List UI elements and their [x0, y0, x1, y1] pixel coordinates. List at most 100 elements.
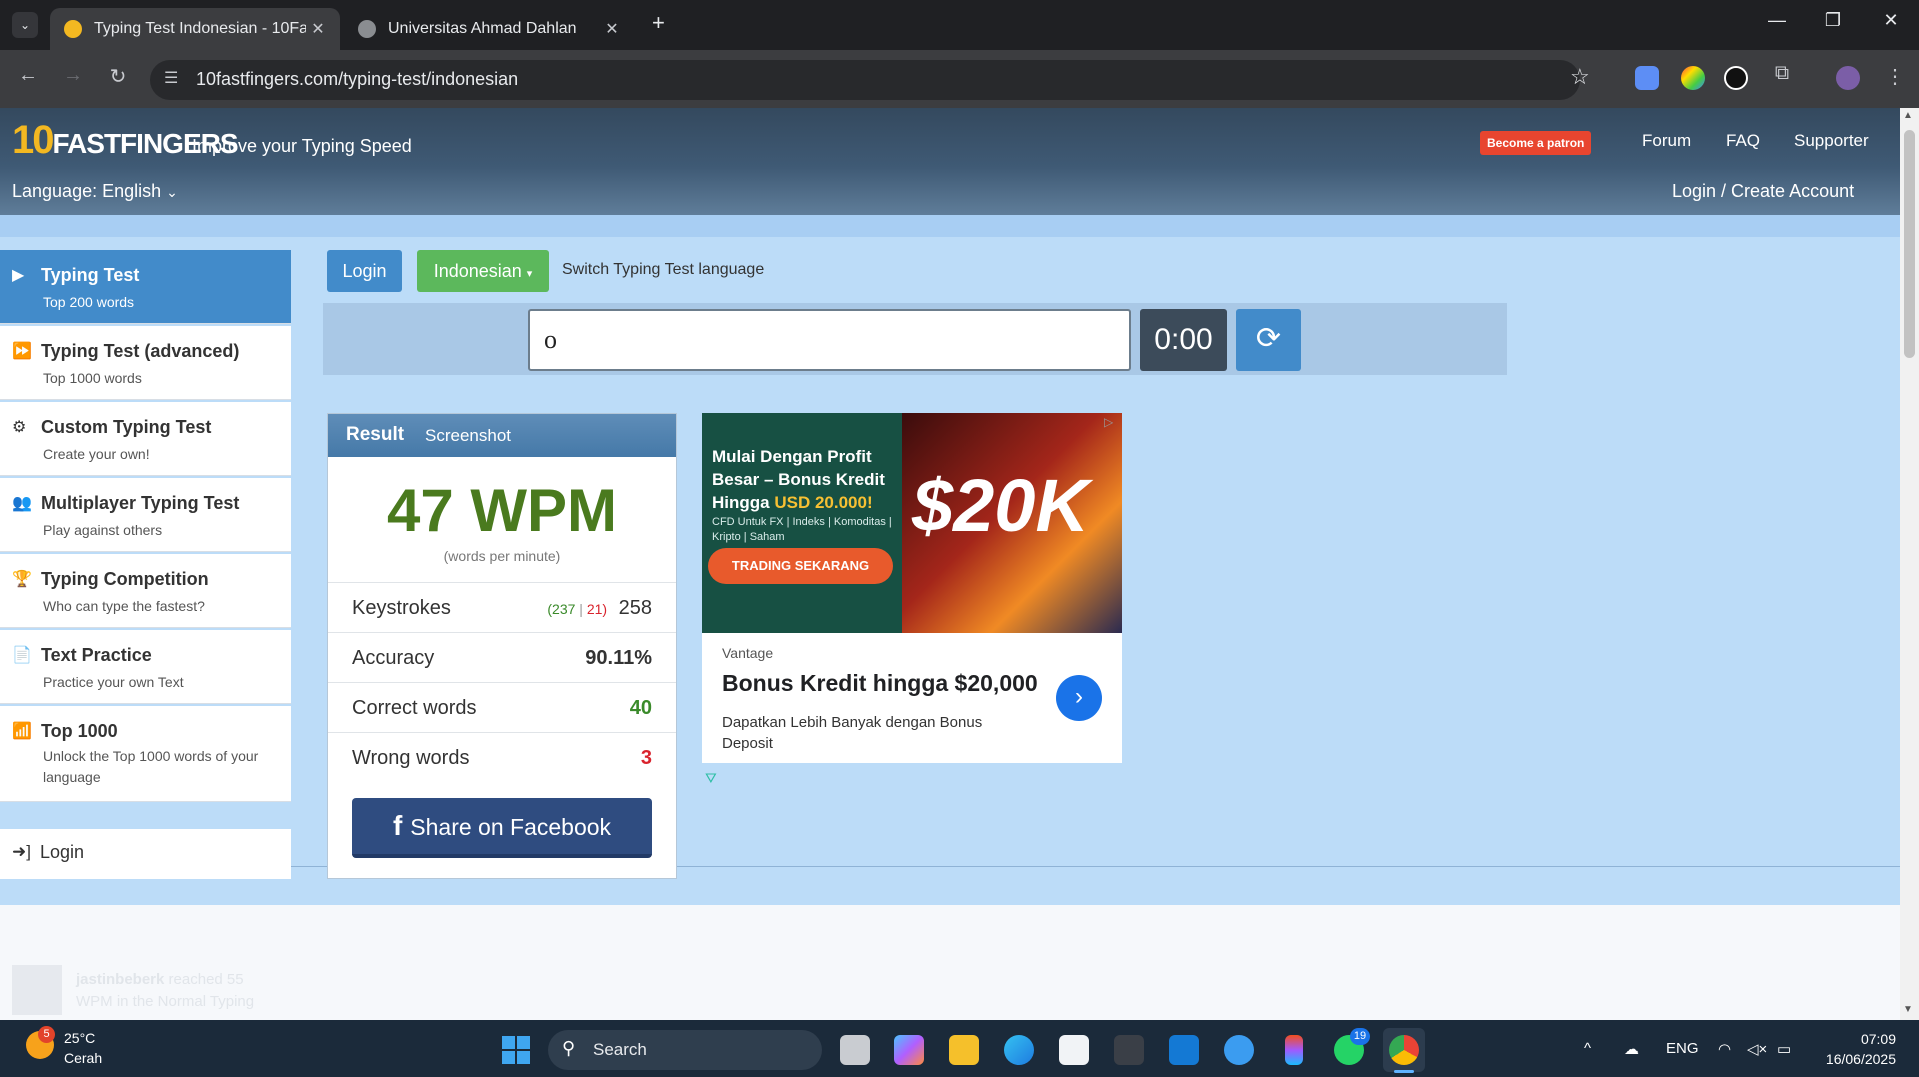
chevron-down-icon: ⌄: [166, 184, 178, 200]
patron-button[interactable]: Become a patron: [1480, 131, 1592, 155]
figma-icon[interactable]: [1285, 1035, 1303, 1065]
ad-headline: Mulai Dengan Profit Besar – Bonus Kredit…: [712, 445, 912, 514]
switch-language-text: Switch Typing Test language: [562, 261, 765, 278]
accuracy-value: 90.11%: [585, 647, 652, 669]
outlook-icon[interactable]: [1169, 1035, 1199, 1065]
tab-universitas[interactable]: Universitas Ahmad Dahlan ✕: [344, 8, 634, 50]
sidebar-item-title: Text Practice: [41, 645, 152, 665]
users-icon: 👥: [12, 495, 32, 512]
tab-typing-test[interactable]: Typing Test Indonesian - 10Fast ✕: [50, 8, 340, 50]
input-language[interactable]: ENG: [1666, 1040, 1699, 1057]
sidebar-item-subtitle: Create your own!: [43, 446, 150, 462]
timer: 0:00: [1140, 309, 1227, 371]
keystrokes-wrong: 21: [586, 601, 603, 617]
sidebar-item-typing-test-advanced[interactable]: ⏩ Typing Test (advanced) Top 1000 words: [0, 326, 291, 400]
extension-docs-icon[interactable]: [1635, 66, 1659, 90]
share-facebook-button[interactable]: f Share on Facebook: [352, 798, 652, 858]
tab-search-icon[interactable]: ⌄: [12, 12, 38, 38]
scroll-up-icon[interactable]: ▲: [1903, 110, 1913, 121]
close-window-icon[interactable]: ✕: [1876, 10, 1906, 31]
scroll-down-icon[interactable]: ▼: [1903, 1004, 1913, 1015]
copilot-icon[interactable]: [894, 1035, 924, 1065]
facebook-label: Share on Facebook: [410, 814, 612, 840]
reload-icon[interactable]: ↻: [103, 64, 133, 89]
onedrive-tray-icon[interactable]: ☁: [1624, 1040, 1639, 1058]
ad-title[interactable]: Bonus Kredit hingga $20,000: [722, 670, 1038, 697]
chrome-icon[interactable]: [1389, 1035, 1419, 1065]
weather-temp: 25°C: [64, 1030, 96, 1046]
ad-banner[interactable]: $20K Mulai Dengan Profit Besar – Bonus K…: [702, 413, 1122, 633]
edge-icon[interactable]: [1004, 1035, 1034, 1065]
sidebar-item-title: Multiplayer Typing Test: [41, 493, 240, 513]
sidebar-item-text-practice[interactable]: 📄 Text Practice Practice your own Text: [0, 630, 291, 704]
wifi-icon[interactable]: ◠: [1718, 1040, 1731, 1058]
keystrokes-total: 258: [618, 597, 652, 619]
volume-muted-icon[interactable]: ◁×: [1747, 1040, 1767, 1058]
play-icon: ▶: [12, 267, 25, 284]
restore-icon[interactable]: ❐: [1818, 10, 1848, 31]
screenshot-link[interactable]: Screenshot: [425, 426, 511, 446]
sidebar-item-multiplayer-typing-test[interactable]: 👥 Multiplayer Typing Test Play against oth…: [0, 478, 291, 552]
menu-kebab-icon[interactable]: ⋮: [1880, 64, 1910, 89]
task-view-icon[interactable]: [840, 1035, 870, 1065]
forward-icon[interactable]: →: [58, 64, 88, 87]
typing-input[interactable]: o: [528, 309, 1131, 371]
sidebar-item-subtitle: Practice your own Text: [43, 674, 184, 690]
url-text[interactable]: 10fastfingers.com/typing-test/indonesian: [196, 69, 518, 90]
sidebar-item-typing-competition[interactable]: 🏆 Typing Competition Who can type the fast…: [0, 554, 291, 628]
logo-number: 10: [12, 118, 54, 162]
sidebar-login[interactable]: ➜] Login: [0, 829, 291, 879]
taskbar-search-label: Search: [593, 1040, 647, 1059]
app-hexagon-icon[interactable]: [1114, 1035, 1144, 1065]
clock-date[interactable]: 16/06/2025: [1808, 1051, 1896, 1067]
sidebar-login-label: Login: [40, 842, 85, 862]
language-dropdown-button[interactable]: Indonesian ▾: [417, 250, 549, 292]
trophy-icon: 🏆: [12, 571, 32, 588]
bookmark-star-icon[interactable]: ☆: [1570, 64, 1590, 90]
language-button-label: Indonesian: [433, 261, 522, 281]
advertisement[interactable]: $20K Mulai Dengan Profit Besar – Bonus K…: [702, 413, 1122, 763]
clock-time[interactable]: 07:09: [1824, 1031, 1896, 1047]
keystrokes-correct: 237: [552, 601, 576, 617]
nav-supporter[interactable]: Supporter: [1794, 131, 1869, 151]
extension-p-icon[interactable]: [1724, 66, 1748, 90]
sidebar-item-typing-test[interactable]: ▶ Typing Test Top 200 words: [0, 250, 291, 324]
language-selector[interactable]: Language: English ⌄: [12, 181, 178, 202]
new-tab-icon[interactable]: +: [652, 10, 665, 36]
sidebar-item-top-1000[interactable]: 📶 Top 1000 Unlock the Top 1000 words of yo…: [0, 706, 291, 802]
tray-chevron-icon[interactable]: ^: [1584, 1040, 1591, 1057]
result-header: Result Screenshot: [328, 414, 676, 457]
profile-avatar[interactable]: [1836, 66, 1860, 90]
wrong-words-label: Wrong words: [352, 747, 470, 769]
result-title: Result: [346, 424, 405, 445]
ad-arrow-button[interactable]: ›: [1056, 675, 1102, 721]
minimize-icon[interactable]: —: [1762, 10, 1792, 31]
store-icon[interactable]: [1059, 1035, 1089, 1065]
restart-button[interactable]: ⟳: [1236, 309, 1301, 371]
login-button[interactable]: Login: [327, 250, 402, 292]
site-info-icon[interactable]: ☰: [164, 68, 178, 88]
wrong-words-value: 3: [640, 747, 652, 769]
accuracy-label: Accuracy: [352, 647, 435, 669]
extensions-puzzle-icon[interactable]: ⧉: [1767, 62, 1797, 85]
back-icon[interactable]: ←: [13, 64, 43, 87]
notice-user: jastinbeberk: [76, 971, 165, 988]
keystrokes-value: (237 | 21) 258: [547, 597, 652, 619]
ad-filter-icon[interactable]: ⛛: [705, 770, 717, 787]
ad-choices-icon[interactable]: ▷: [1104, 415, 1120, 431]
close-tab-icon[interactable]: ✕: [306, 19, 330, 39]
extension-color-icon[interactable]: [1681, 66, 1705, 90]
ad-cta-button[interactable]: TRADING SEKARANG: [708, 548, 893, 584]
file-explorer-icon[interactable]: [949, 1035, 979, 1065]
sidebar-item-custom-typing-test[interactable]: ⚙ Custom Typing Test Create your own!: [0, 402, 291, 476]
nav-faq[interactable]: FAQ: [1726, 131, 1760, 151]
windows-start-icon[interactable]: [502, 1036, 530, 1064]
battery-icon[interactable]: ▭: [1777, 1040, 1791, 1058]
nav-forum[interactable]: Forum: [1642, 131, 1691, 151]
scrollbar-thumb[interactable]: [1904, 130, 1915, 358]
close-tab-icon[interactable]: ✕: [600, 19, 624, 39]
login-create-link[interactable]: Login / Create Account: [1672, 181, 1854, 202]
taskbar-search[interactable]: [548, 1030, 822, 1070]
tab-title: Typing Test Indonesian - 10Fast: [94, 20, 306, 37]
onedrive-icon[interactable]: [1224, 1035, 1254, 1065]
